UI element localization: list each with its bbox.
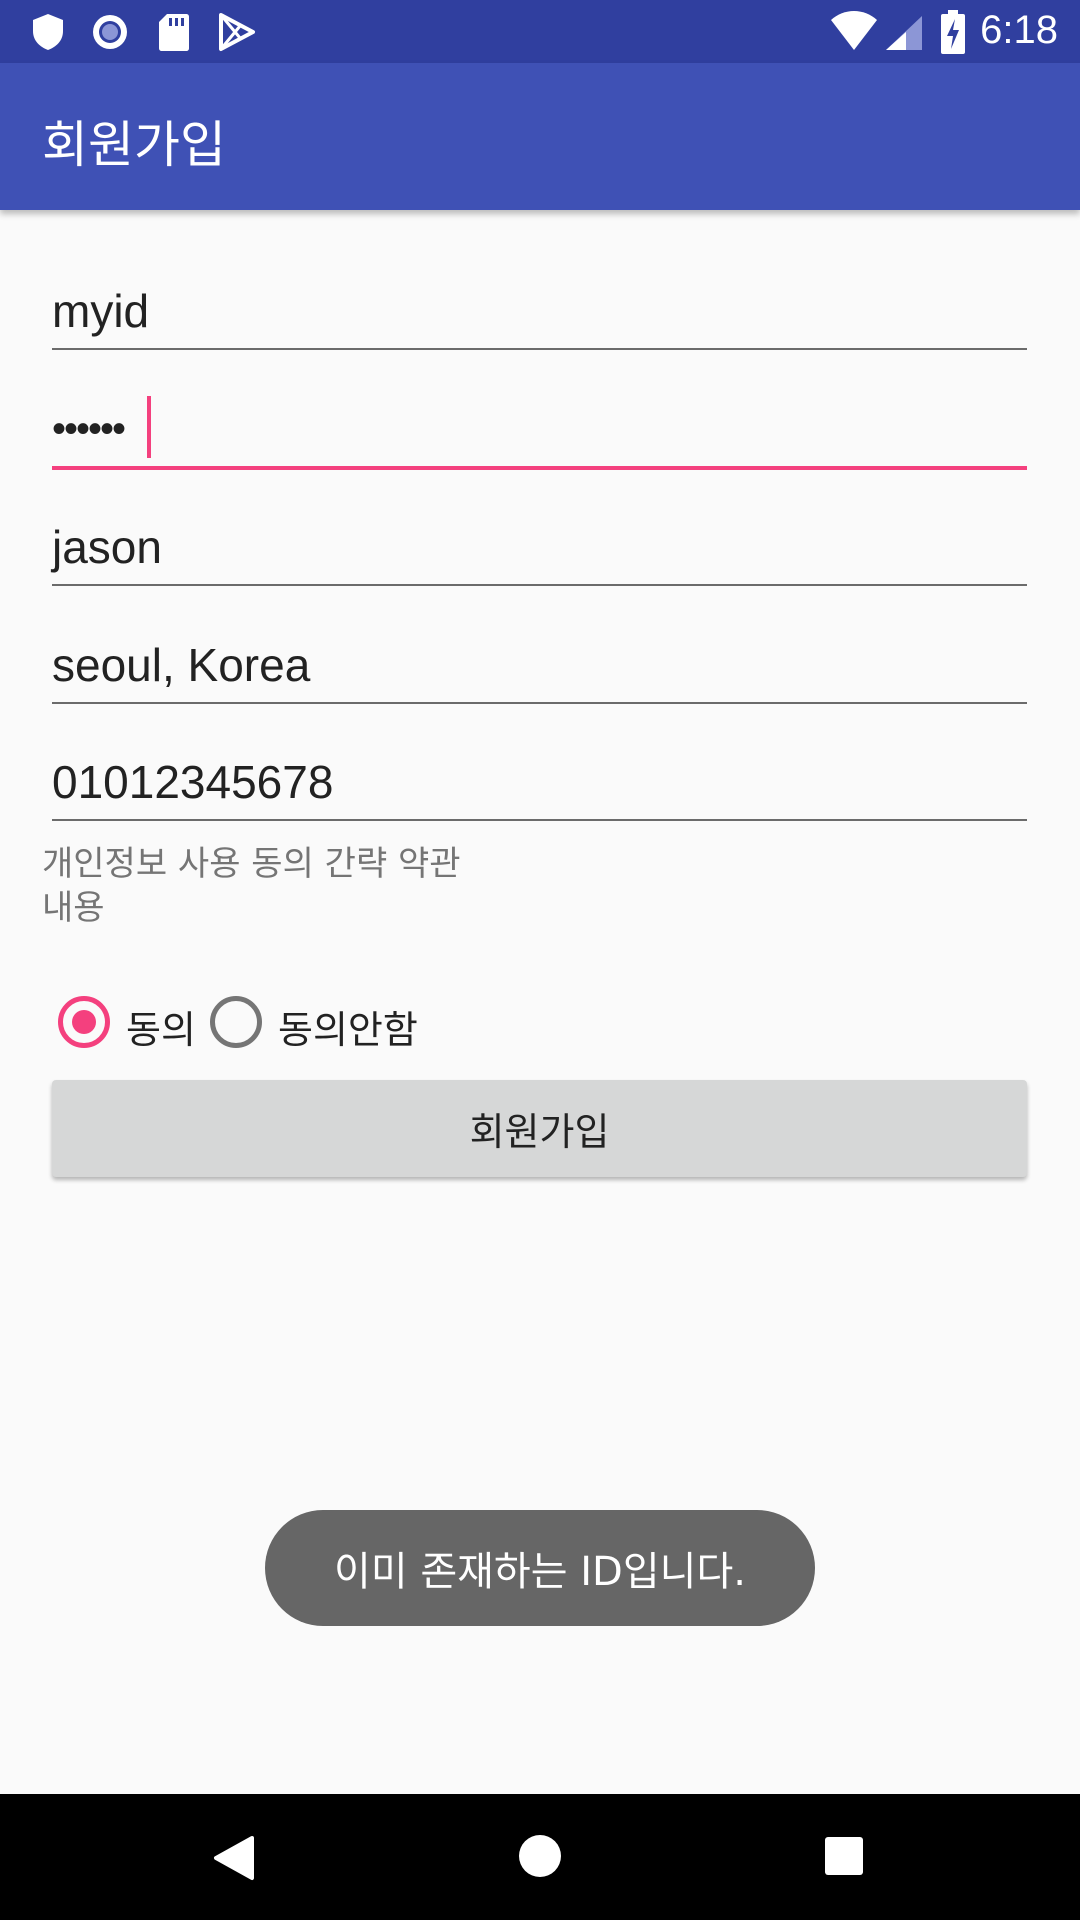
address-field[interactable]: seoul, Korea	[52, 614, 1027, 704]
terms-text: 개인정보 사용 동의 간략 약관 내용	[42, 842, 522, 930]
id-field-value: myid	[52, 285, 150, 337]
agree-radio-dot	[72, 1010, 96, 1034]
password-field[interactable]: ••••••	[52, 378, 1027, 470]
password-field-value: ••••••	[52, 407, 126, 451]
back-icon[interactable]	[212, 1834, 256, 1882]
record-icon	[93, 15, 127, 49]
agree-radio[interactable]	[58, 996, 110, 1048]
terms-text-line2: 내용	[42, 888, 105, 928]
text-cursor	[147, 396, 151, 458]
toast-text: 이미 존재하는 ID입니다.	[334, 1549, 746, 1595]
navigation-bar	[0, 1794, 1080, 1920]
name-field-value: jason	[52, 521, 162, 573]
signup-button-label: 회원가입	[469, 1110, 610, 1154]
battery-charging-icon	[941, 10, 965, 54]
page-title: 회원가입	[42, 116, 226, 174]
disagree-radio-label[interactable]: 동의안함	[278, 999, 418, 1054]
signup-button[interactable]: 회원가입	[52, 1080, 1027, 1177]
sd-card-icon	[159, 14, 189, 51]
toast-message: 이미 존재하는 ID입니다.	[265, 1510, 815, 1626]
name-field[interactable]: jason	[52, 496, 1027, 586]
cell-signal-icon	[886, 16, 922, 50]
terms-text-line1: 개인정보 사용 동의 간략 약관	[42, 844, 461, 884]
clock: 6:18	[980, 8, 1058, 52]
status-bar: 6:18	[0, 0, 1080, 63]
phone-field-value: 01012345678	[52, 756, 334, 808]
play-store-icon	[219, 13, 255, 51]
disagree-radio[interactable]	[210, 996, 262, 1048]
address-field-value: seoul, Korea	[52, 639, 311, 691]
app-bar: 회원가입	[0, 63, 1080, 210]
recents-icon[interactable]	[824, 1836, 864, 1876]
phone-field[interactable]: 01012345678	[52, 731, 1027, 821]
wifi-icon	[831, 11, 877, 50]
id-field[interactable]: myid	[52, 260, 1027, 350]
home-icon[interactable]	[518, 1834, 562, 1878]
agree-radio-label[interactable]: 동의	[126, 999, 196, 1054]
shield-icon	[33, 14, 63, 50]
